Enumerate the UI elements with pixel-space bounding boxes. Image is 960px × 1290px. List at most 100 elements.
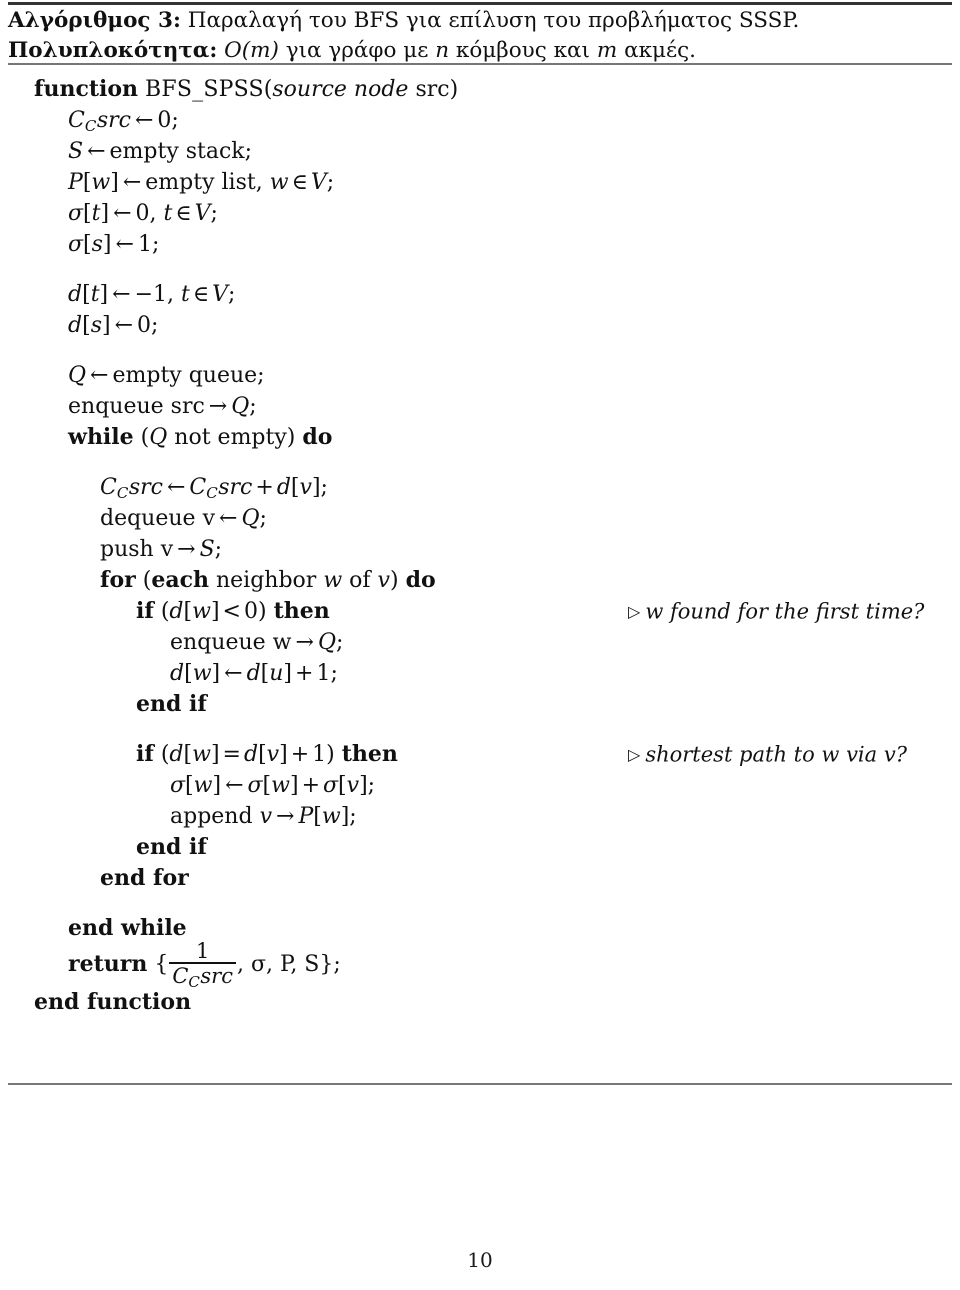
keyword-if: if <box>136 598 154 624</box>
var-d: d <box>170 661 185 686</box>
element-of-icon: ∈ <box>192 282 210 307</box>
op-enqueue: enqueue <box>170 630 266 655</box>
semicolon: ; <box>249 394 257 419</box>
var-src: src <box>96 108 131 133</box>
bracket-open: [ <box>83 201 92 226</box>
keyword-each: each <box>151 567 209 593</box>
arg-v: v <box>160 537 174 562</box>
assign-arrow-icon: ← <box>90 363 109 388</box>
keyword-do: do <box>405 567 436 593</box>
keyword-end-for: end for <box>100 865 189 891</box>
algorithm-page: Αλγόριθμος 3: Παραλαγή του BFS για επίλυ… <box>0 0 960 1290</box>
var-c-big: C <box>172 964 189 988</box>
assign-arrow-icon: ← <box>219 506 238 531</box>
keyword-end-if: end if <box>136 834 207 860</box>
var-w: w <box>323 568 343 593</box>
var-d: d <box>169 599 184 624</box>
bracket-open: [ <box>183 599 193 624</box>
bracket-close: ] <box>359 773 368 798</box>
semicolon: ; <box>214 537 223 562</box>
complexity-big-o: O(m) <box>224 38 279 63</box>
comment-shortest-path-text: shortest path to w via v? <box>645 742 907 767</box>
less-than-operator: < <box>222 599 241 624</box>
semicolon: ; <box>349 804 357 829</box>
complexity-text-2: κόμβους και <box>455 38 590 63</box>
bottom-rule <box>8 1083 952 1085</box>
caption-separator-rule <box>8 63 952 65</box>
bracket-open: [ <box>290 475 300 500</box>
line-init-sigma-t: σ[t] ← 0, t ∈ V; <box>8 198 952 229</box>
word-of: of <box>349 568 371 593</box>
bracket-close: ] <box>211 661 221 686</box>
var-w: w <box>192 742 211 767</box>
comment-shortest-path: ▷ shortest path to w via v? <box>628 739 907 770</box>
equals-operator: = <box>222 742 241 767</box>
var-v: v <box>299 475 312 500</box>
comment-first-time: ▷ w found for the first time? <box>628 596 924 627</box>
bracket-close: ] <box>101 313 111 338</box>
plus-operator: + <box>255 475 274 500</box>
semicolon: ; <box>326 170 335 195</box>
var-v: v <box>259 804 272 829</box>
var-d: d <box>68 282 83 307</box>
bracket-close: ] <box>283 661 293 686</box>
comment-first-time-text: w found for the first time? <box>645 599 925 624</box>
complexity-var-n: n <box>435 38 450 63</box>
value-one-paren: 1) <box>312 742 335 767</box>
line-dequeue-v: dequeue v ← Q; <box>8 503 952 534</box>
var-sigma: σ <box>68 201 84 226</box>
signature-close-paren: ) <box>449 77 459 102</box>
var-q: Q <box>317 630 336 655</box>
var-s-src: s <box>90 313 102 338</box>
value-empty-queue: empty queue; <box>112 363 265 388</box>
bracket-open: [ <box>184 661 193 686</box>
line-set-distance-w: d[w] ← d[u] +1; <box>8 658 952 689</box>
line-append-predecessor: append v → P[w]; <box>8 801 952 832</box>
value-zero-paren: 0) <box>243 599 267 624</box>
semicolon: ; <box>320 475 328 500</box>
var-w: w <box>193 773 213 798</box>
return-fraction: 1 CCsrc <box>169 941 236 993</box>
keyword-do: do <box>302 424 333 450</box>
line-if-first-visit: if (d[w] <0) then ▷ w found for the first … <box>8 596 952 627</box>
var-w: w <box>321 804 341 829</box>
var-sigma-3: σ <box>323 773 339 798</box>
into-arrow-icon: → <box>276 804 295 829</box>
var-t: t <box>90 282 100 307</box>
line-accumulate-sigma: σ[w] ← σ[w] + σ[v]; <box>8 770 952 801</box>
keyword-end-while: end while <box>68 915 187 941</box>
triangle-marker-icon: ▷ <box>628 745 641 764</box>
var-w: w <box>91 170 111 195</box>
assign-arrow-icon: ← <box>225 773 244 798</box>
var-q: Q <box>241 506 260 531</box>
var-c-big: C <box>68 108 85 133</box>
return-tail: , σ, P, S}; <box>236 951 341 977</box>
keyword-while: while <box>68 424 134 450</box>
value-empty-list: empty list, <box>145 170 263 195</box>
line-enqueue-w: enqueue w → Q; <box>8 627 952 658</box>
op-append: append <box>170 804 253 829</box>
line-if-shortest-path: if (d[w] = d[v] +1) then ▷ shortest path to … <box>8 739 952 770</box>
bracket-open: [ <box>313 804 322 829</box>
var-v: v <box>346 773 360 798</box>
op-dequeue: dequeue <box>100 506 196 531</box>
var-sigma: σ <box>170 773 186 798</box>
var-d-2: d <box>246 661 261 686</box>
bracket-open: [ <box>83 232 92 257</box>
var-w: w <box>192 599 211 624</box>
paren-close: ) <box>389 568 399 593</box>
signature-param-type: source node <box>272 77 409 102</box>
semicolon: ; <box>259 506 267 531</box>
assign-arrow-icon: ← <box>87 139 106 164</box>
value-empty-stack: empty stack; <box>109 139 253 164</box>
cond-not-empty: not empty) <box>174 425 296 450</box>
keyword-return: return <box>68 950 148 977</box>
line-init-distance-s: d[s] ← 0; <box>8 310 952 360</box>
assign-arrow-icon: ← <box>134 108 154 133</box>
into-arrow-icon: → <box>295 630 314 655</box>
assign-arrow-icon: ← <box>114 313 134 338</box>
var-s: S <box>68 139 84 164</box>
var-v: v <box>377 568 390 593</box>
line-init-stack: S ← empty stack; <box>8 136 952 167</box>
bracket-open: [ <box>183 742 193 767</box>
